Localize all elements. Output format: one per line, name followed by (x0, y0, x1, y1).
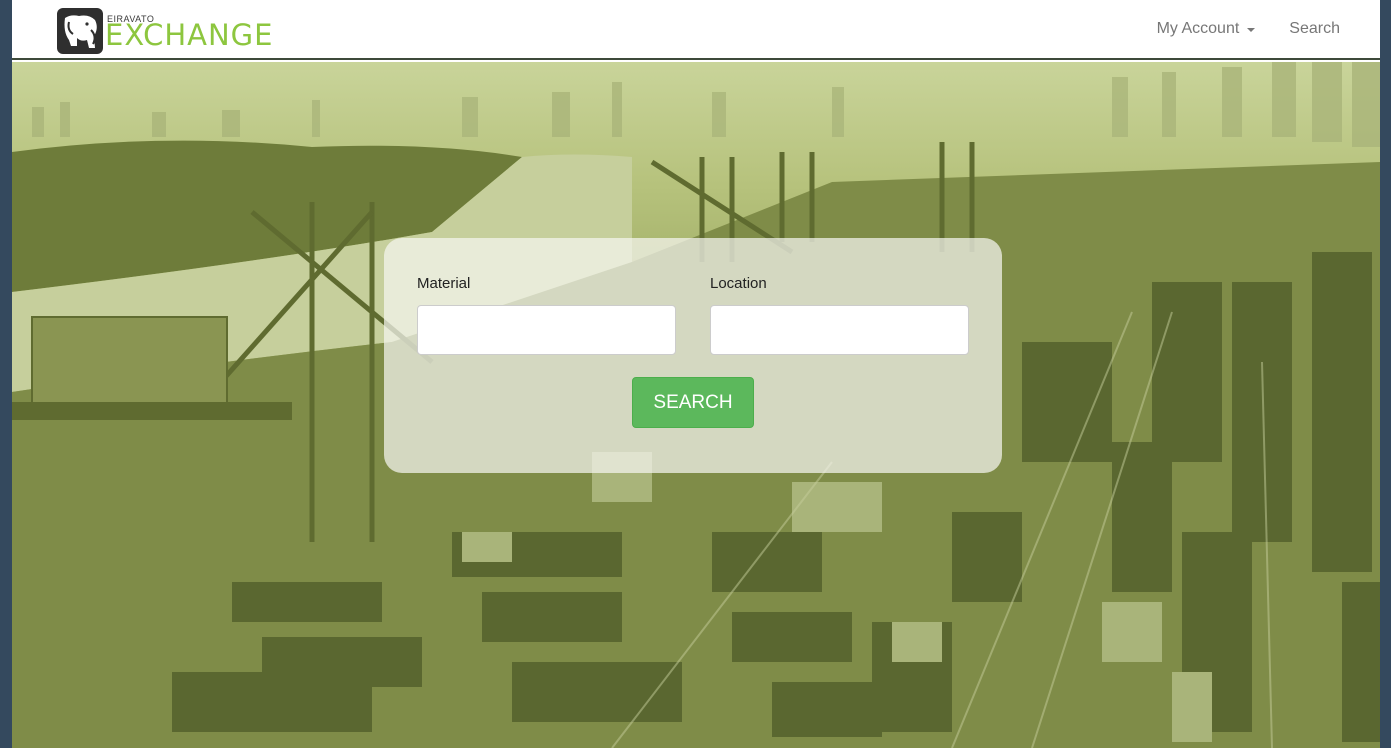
material-label: Material (417, 275, 471, 292)
my-account-label: My Account (1156, 20, 1240, 37)
location-label: Location (710, 275, 767, 292)
location-input[interactable] (710, 305, 969, 355)
my-account-dropdown[interactable]: My Account (1157, 20, 1256, 38)
brand-logo[interactable]: EIRAVATO EXCHANGE (57, 8, 315, 54)
nav-menu: My Account Search (1157, 20, 1340, 38)
search-card: Material Location SEARCH (384, 238, 1002, 473)
navbar: EIRAVATO EXCHANGE My Account Search (12, 0, 1380, 60)
nav-search-label: Search (1289, 20, 1340, 37)
search-button[interactable]: SEARCH (632, 377, 754, 428)
browser-viewport: EIRAVATO EXCHANGE My Account Search Mate… (12, 0, 1380, 748)
hero-background: Material Location SEARCH (12, 62, 1380, 748)
elephant-logo-icon (57, 8, 103, 54)
material-input[interactable] (417, 305, 676, 355)
caret-down-icon (1247, 28, 1256, 32)
brand-name: EXCHANGE (105, 18, 274, 52)
nav-search-link[interactable]: Search (1289, 20, 1340, 38)
